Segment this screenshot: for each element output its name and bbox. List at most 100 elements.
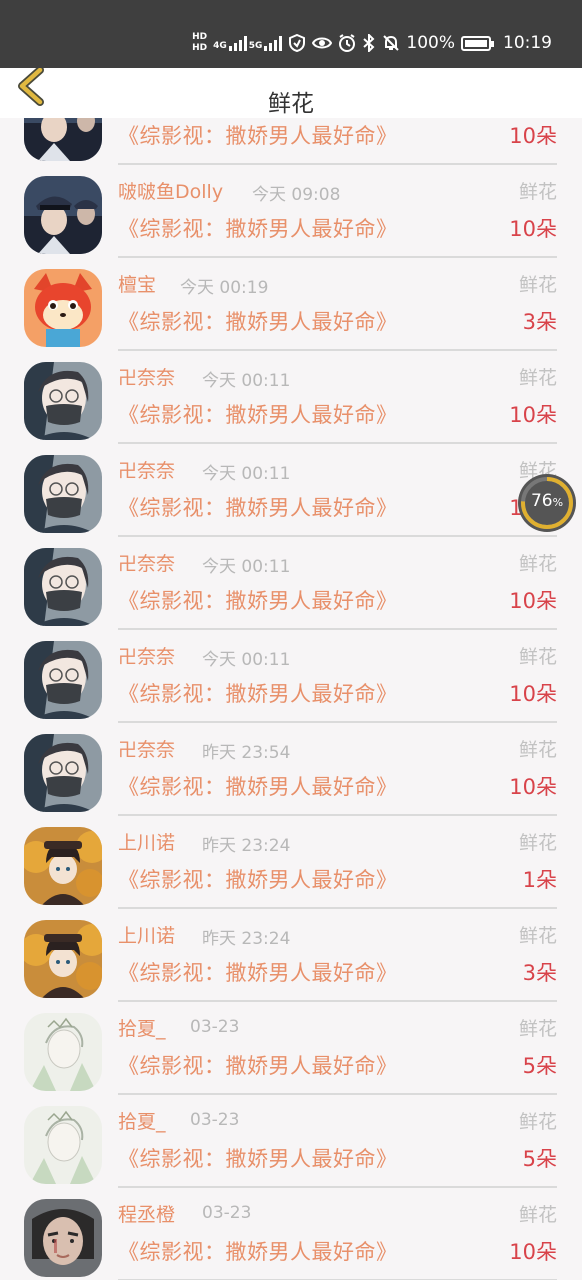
user-name[interactable]: 卍奈奈	[118, 735, 175, 762]
gift-time: 昨天 23:24	[202, 836, 291, 856]
net1-label: 4G	[213, 40, 227, 51]
avatar[interactable]	[24, 362, 102, 440]
gift-type: 鲜花	[518, 739, 557, 761]
book-title: 《综影视：撒娇男人最好命》	[118, 496, 398, 520]
list-item[interactable]: 上川诺 昨天 23:24 鲜花 《综影视：撒娇男人最好命》 1朵	[0, 816, 582, 909]
user-name[interactable]: 上川诺	[118, 921, 175, 948]
gauge-label: 76%	[517, 491, 577, 511]
gift-type: 鲜花	[518, 1204, 557, 1226]
user-name[interactable]: 檀宝	[118, 270, 156, 297]
mute-icon	[383, 35, 400, 51]
list-item[interactable]: 拾夏_ 03-23 鲜花《综影视：撒娇男人最好命》 5朵	[0, 1095, 582, 1188]
flower-count: 10朵	[509, 589, 557, 613]
flower-count: 1朵	[522, 868, 557, 892]
avatar[interactable]	[24, 269, 102, 347]
gift-time: 03-23	[190, 1110, 240, 1130]
gift-time: 昨天 23:54	[202, 743, 291, 763]
list-item[interactable]: 檀宝 今天 00:19 鲜花《综影视：撒娇男人最好命》 3朵	[0, 258, 582, 351]
gift-time: 今天 00:11	[202, 464, 291, 484]
flower-count: 10朵	[509, 403, 557, 427]
gift-type: 鲜花	[518, 925, 557, 947]
user-name[interactable]: 卍奈奈	[118, 549, 175, 576]
flower-count: 10朵	[509, 682, 557, 706]
list-item[interactable]: 上川诺 昨天 23:24 鲜花《综影视：撒娇男人最好命》 3朵	[0, 909, 582, 1002]
flower-rows: 《综影视：撒娇男人最好命》 10朵 啵啵鱼Dolly 今天 09:08 鲜花 《综影视：撒…	[0, 118, 582, 1280]
speed-gauge[interactable]: 76%	[517, 473, 577, 533]
avatar[interactable]	[24, 118, 102, 161]
avatar[interactable]	[24, 1199, 102, 1277]
gift-time: 今天 09:08	[252, 185, 341, 205]
user-name[interactable]: 拾夏_	[118, 1107, 166, 1134]
flower-count: 3朵	[522, 961, 557, 985]
gift-type: 鲜花	[518, 274, 557, 296]
book-title: 《综影视：撒娇男人最好命》	[118, 775, 398, 799]
book-title: 《综影视：撒娇男人最好命》	[118, 1054, 398, 1078]
list-item[interactable]: 卍奈奈今天 00:11鲜花《综影视：撒娇男人最好命》10朵	[0, 630, 582, 723]
avatar[interactable]	[24, 548, 102, 626]
hd-indicator: HD HD	[192, 33, 207, 53]
book-title: 《综影视：撒娇男人最好命》	[118, 682, 398, 706]
book-title: 《综影视：撒娇男人最好命》	[118, 961, 398, 985]
gift-time: 今天 00:11	[202, 371, 291, 391]
alarm-icon	[339, 34, 356, 52]
list-item[interactable]: 拾夏_ 03-23 鲜花《综影视：撒娇男人最好命》 5朵	[0, 1002, 582, 1095]
avatar[interactable]	[24, 641, 102, 719]
gift-type: 鲜花	[518, 367, 557, 389]
user-name[interactable]: 卍奈奈	[118, 642, 175, 669]
avatar[interactable]	[24, 827, 102, 905]
book-title: 《综影视：撒娇男人最好命》	[118, 217, 398, 241]
user-name[interactable]: 卍奈奈	[118, 456, 175, 483]
flower-count: 3朵	[522, 310, 557, 334]
gift-type: 鲜花	[518, 646, 557, 668]
user-name[interactable]: 程丞橙	[118, 1200, 175, 1227]
gift-type: 鲜花	[518, 1111, 557, 1133]
book-title: 《综影视：撒娇男人最好命》	[118, 310, 398, 334]
avatar[interactable]	[24, 734, 102, 812]
avatar[interactable]	[24, 1106, 102, 1184]
flower-count: 5朵	[522, 1147, 557, 1171]
list-item[interactable]: 程丞橙 03-23 鲜花《综影视：撒娇男人最好命》 10朵	[0, 1188, 582, 1280]
gift-time: 今天 00:19	[180, 278, 269, 298]
avatar[interactable]	[24, 455, 102, 533]
hd1-label: HD	[192, 32, 208, 42]
book-title: 《综影视：撒娇男人最好命》	[118, 124, 398, 148]
gift-time: 今天 00:11	[202, 557, 291, 577]
flower-count: 10朵	[509, 1240, 557, 1264]
flower-list[interactable]: 《综影视：撒娇男人最好命》 10朵 啵啵鱼Dolly 今天 09:08 鲜花 《综影视：撒…	[0, 118, 582, 1280]
gauge-value: 76	[530, 491, 553, 511]
page-title: 鲜花	[268, 91, 314, 117]
user-name[interactable]: 拾夏_	[118, 1014, 166, 1041]
book-title: 《综影视：撒娇男人最好命》	[118, 1240, 398, 1264]
gift-type: 鲜花	[518, 1018, 557, 1040]
book-title: 《综影视：撒娇男人最好命》	[118, 868, 398, 892]
hd2-label: HD	[192, 43, 208, 53]
flower-count: 10朵	[509, 775, 557, 799]
nav-bar: 鲜花	[0, 66, 582, 118]
bluetooth-icon	[363, 34, 375, 52]
gift-time: 03-23	[202, 1203, 252, 1223]
list-item[interactable]: 卍奈奈今天 00:11鲜花《综影视：撒娇男人最好命》10朵	[0, 444, 582, 537]
signal-icon: 4G 5G	[213, 35, 283, 51]
clock: 10:19	[503, 33, 552, 53]
user-name[interactable]: 卍奈奈	[118, 363, 175, 390]
gift-time: 03-23	[190, 1017, 240, 1037]
book-title: 《综影视：撒娇男人最好命》	[118, 589, 398, 613]
user-name[interactable]: 啵啵鱼Dolly	[118, 177, 223, 204]
avatar[interactable]	[24, 1013, 102, 1091]
list-item[interactable]: 卍奈奈今天 00:11鲜花《综影视：撒娇男人最好命》10朵	[0, 351, 582, 444]
list-item[interactable]: 啵啵鱼Dolly 今天 09:08 鲜花 《综影视：撒娇男人最好命》 10朵	[0, 165, 582, 258]
eye-icon	[312, 37, 333, 49]
list-item[interactable]: 卍奈奈今天 00:11鲜花《综影视：撒娇男人最好命》10朵	[0, 537, 582, 630]
avatar[interactable]	[24, 920, 102, 998]
battery-percent: 100%	[406, 33, 455, 53]
avatar[interactable]	[24, 176, 102, 254]
gauge-unit: %	[552, 496, 564, 509]
list-item[interactable]: 《综影视：撒娇男人最好命》 10朵	[0, 118, 582, 165]
flower-count: 5朵	[522, 1054, 557, 1078]
gift-type: 鲜花	[518, 181, 557, 203]
net2-label: 5G	[248, 40, 263, 51]
gift-time: 昨天 23:24	[202, 929, 291, 949]
book-title: 《综影视：撒娇男人最好命》	[118, 1147, 398, 1171]
list-item[interactable]: 卍奈奈 昨天 23:54 鲜花《综影视：撒娇男人最好命》 10朵	[0, 723, 582, 816]
user-name[interactable]: 上川诺	[118, 828, 175, 855]
